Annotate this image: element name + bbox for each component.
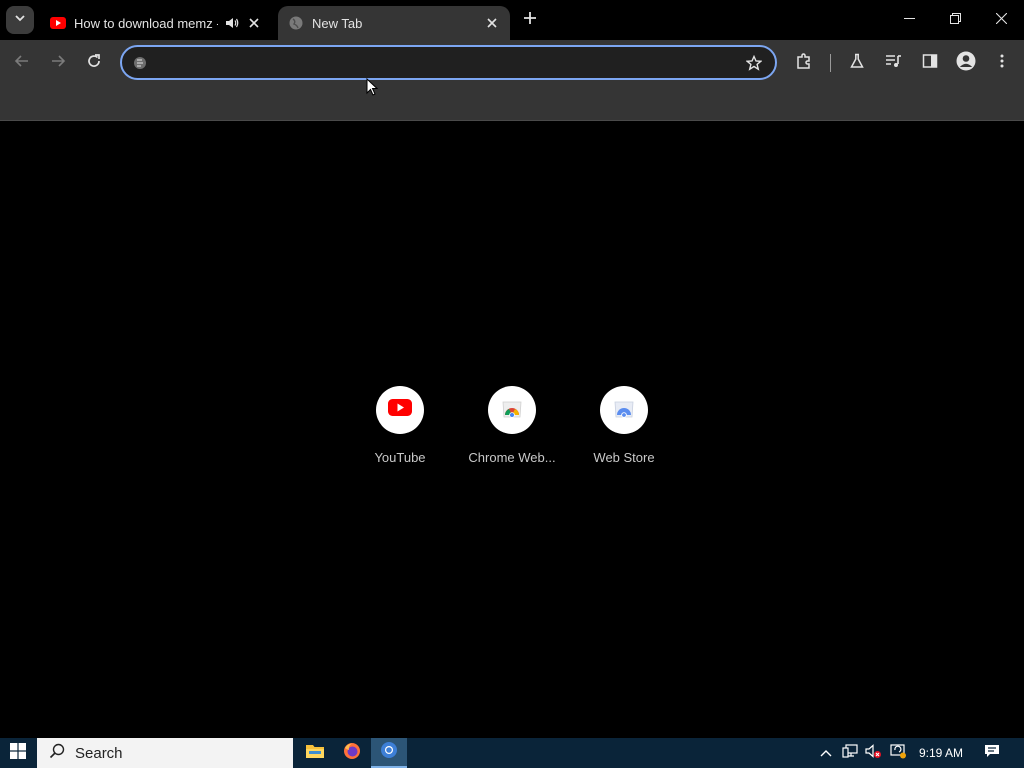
network-button[interactable] bbox=[842, 743, 858, 764]
mouse-cursor-icon bbox=[366, 77, 379, 101]
kebab-menu-icon bbox=[1000, 53, 1004, 74]
back-button[interactable] bbox=[10, 51, 34, 75]
search-engine-icon bbox=[132, 55, 148, 71]
youtube-icon bbox=[50, 15, 66, 31]
shortcut-tile[interactable] bbox=[488, 386, 536, 434]
chrome-web-store-icon bbox=[501, 398, 523, 423]
taskbar: Search 9:19 AM bbox=[0, 738, 1024, 768]
windows-logo-icon bbox=[10, 742, 26, 764]
menu-button[interactable] bbox=[990, 51, 1014, 75]
close-window-button[interactable] bbox=[978, 0, 1024, 40]
minimize-icon bbox=[903, 11, 915, 29]
new-tab-button[interactable] bbox=[520, 10, 540, 30]
shortcut-label: YouTube bbox=[374, 450, 426, 465]
start-button[interactable] bbox=[0, 738, 36, 768]
taskbar-firefox[interactable] bbox=[334, 738, 370, 768]
search-icon bbox=[49, 743, 65, 764]
chrome-icon bbox=[380, 741, 398, 764]
restore-icon bbox=[949, 11, 961, 29]
speaker-icon[interactable] bbox=[224, 15, 240, 31]
address-bar[interactable] bbox=[120, 45, 777, 80]
network-icon bbox=[842, 743, 858, 764]
tab-strip: How to download memz - New Tab bbox=[0, 0, 1024, 40]
minimize-button[interactable] bbox=[886, 0, 932, 40]
tab-youtube[interactable]: How to download memz - bbox=[40, 6, 272, 40]
bookmark-star-icon[interactable] bbox=[745, 54, 763, 72]
youtube-icon bbox=[388, 399, 412, 421]
side-panel-button[interactable] bbox=[918, 51, 942, 75]
volume-button[interactable] bbox=[865, 743, 881, 764]
bookmarks-bar bbox=[0, 86, 1024, 121]
new-tab-page: YouTube Chrome Web... Web Store bbox=[0, 121, 1024, 738]
show-hidden-icons-button[interactable] bbox=[818, 745, 834, 761]
media-queue-icon bbox=[885, 53, 903, 74]
puzzle-piece-icon bbox=[795, 52, 813, 75]
reload-icon bbox=[86, 53, 102, 74]
action-center-button[interactable] bbox=[980, 738, 1004, 768]
extensions-button[interactable] bbox=[792, 51, 816, 75]
forward-button[interactable] bbox=[46, 51, 70, 75]
clock-time: 9:19 AM bbox=[918, 746, 964, 760]
toolbar-divider bbox=[830, 54, 831, 72]
shortcut-youtube[interactable]: YouTube bbox=[344, 386, 456, 465]
volume-muted-icon bbox=[865, 743, 881, 764]
side-panel-icon bbox=[922, 53, 938, 74]
close-tab-icon[interactable] bbox=[484, 15, 500, 31]
tab-new-tab[interactable]: New Tab bbox=[278, 6, 510, 40]
address-input[interactable] bbox=[156, 53, 740, 75]
shortcut-tile[interactable] bbox=[376, 386, 424, 434]
shortcut-label: Chrome Web... bbox=[468, 450, 556, 465]
arrow-right-icon bbox=[50, 53, 66, 74]
restore-button[interactable] bbox=[932, 0, 978, 40]
avatar-icon bbox=[956, 51, 976, 76]
shortcut-web-store[interactable]: Web Store bbox=[568, 386, 680, 465]
tab-title: New Tab bbox=[312, 15, 363, 31]
web-store-icon bbox=[613, 398, 635, 423]
tab-title: How to download memz - bbox=[74, 15, 218, 31]
taskbar-search-box[interactable]: Search bbox=[37, 738, 293, 768]
close-tab-icon[interactable] bbox=[246, 15, 262, 31]
taskbar-file-explorer[interactable] bbox=[297, 738, 333, 768]
arrow-left-icon bbox=[14, 53, 30, 74]
firefox-icon bbox=[343, 742, 361, 765]
security-alert-icon bbox=[890, 743, 906, 764]
labs-button[interactable] bbox=[845, 51, 869, 75]
plus-icon bbox=[523, 11, 537, 30]
taskbar-clock[interactable]: 9:19 AM bbox=[912, 738, 970, 768]
chevron-up-icon bbox=[820, 744, 832, 762]
globe-icon bbox=[288, 15, 304, 31]
close-icon bbox=[995, 11, 1007, 29]
search-label: Search bbox=[75, 744, 123, 762]
shortcut-chrome-web-store[interactable]: Chrome Web... bbox=[456, 386, 568, 465]
profile-button[interactable] bbox=[954, 51, 978, 75]
chevron-down-icon bbox=[14, 11, 26, 29]
tab-search-button[interactable] bbox=[6, 6, 34, 34]
file-explorer-icon bbox=[306, 743, 324, 763]
taskbar-chrome[interactable] bbox=[371, 738, 407, 768]
flask-icon bbox=[849, 53, 865, 74]
shortcut-tile[interactable] bbox=[600, 386, 648, 434]
media-controls-button[interactable] bbox=[882, 51, 906, 75]
reload-button[interactable] bbox=[82, 51, 106, 75]
shortcut-label: Web Store bbox=[593, 450, 655, 465]
browser-toolbar bbox=[0, 40, 1024, 86]
windows-security-button[interactable] bbox=[890, 743, 906, 764]
notification-icon bbox=[984, 744, 1000, 763]
